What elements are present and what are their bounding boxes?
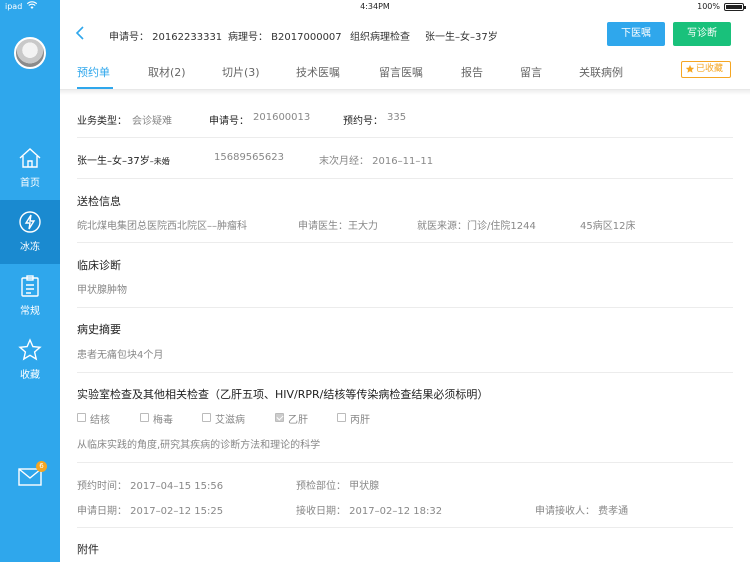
checkbox-label: 乙肝 (288, 415, 308, 426)
clinical-title: 临床诊断 (77, 259, 121, 272)
sidebar-item-frozen[interactable]: 冰冻 (0, 200, 60, 264)
lab-title: 实验室检查及其他相关检查（乙肝五项、HIV/RPR/结核等传染病检查结果必须标明… (77, 388, 489, 401)
checkbox-label: 丙肝 (350, 415, 370, 426)
exam-type: 组织病理检查 (350, 32, 410, 43)
history-title: 病史摘要 (77, 323, 121, 336)
checkbox-syphilis[interactable] (140, 413, 149, 422)
apply-number: 申请号： 20162233331 (109, 32, 223, 43)
divider (77, 462, 733, 463)
apply-date: 申请日期： 2017–02–12 15:25 (77, 506, 224, 517)
tab-tech-orders[interactable]: 技术医嘱 (296, 64, 340, 80)
home-icon (19, 148, 41, 168)
apply-doctor: 申请医生：王大力 (298, 221, 378, 232)
header-bar: 申请号： 20162233331 病理号： B2017000007 组织病理检查… (60, 14, 750, 54)
write-diagnosis-button[interactable]: 写诊断 (673, 22, 731, 46)
checkbox-aids[interactable] (202, 413, 211, 422)
checkbox-label: 结核 (90, 415, 110, 426)
checkbox-label: 梅毒 (153, 415, 173, 426)
send-info-title: 送检信息 (77, 195, 121, 208)
patient-phone: 15689565623 (214, 152, 284, 163)
favorite-badge[interactable]: 已收藏 (681, 61, 731, 78)
sidebar-item-home[interactable]: 首页 (0, 136, 60, 200)
download-order-button[interactable]: 下医嘱 (607, 22, 665, 46)
checkbox-hepatitis-b[interactable] (275, 413, 284, 422)
apply-label: 申请号： (209, 116, 249, 127)
patient-name-text: 张一生–女–37岁 (77, 156, 150, 167)
biz-type-value: 会诊疑难 (132, 116, 172, 127)
receive-date: 接收日期： 2017–02–12 18:32 (296, 506, 443, 517)
exam-site: 预检部位： 甲状腺 (296, 481, 380, 492)
receiver: 申请接收人： 费孝通 (535, 506, 629, 517)
history-value: 患者无痛包块4个月 (77, 350, 164, 361)
tab-report[interactable]: 报告 (461, 64, 483, 80)
clinical-value: 甲状腺肿物 (77, 285, 127, 296)
star-icon (18, 338, 42, 361)
lab-note: 从临床实践的角度,研究其疾病的诊断方法和理论的科学 (77, 440, 321, 451)
booking-detail: 业务类型： 会诊疑难 申请号： 201600013 预约号： 335 张一生–女… (60, 95, 750, 562)
mail-badge: 6 (36, 461, 47, 472)
tab-booking[interactable]: 预约单 (77, 64, 110, 80)
attachment-title: 附件 (77, 543, 99, 556)
pathology-number: 病理号： B2017000007 (228, 32, 342, 43)
favorite-label: 已收藏 (696, 64, 724, 74)
divider (77, 372, 733, 373)
battery-percent: 100% (697, 2, 720, 11)
sidebar-item-favorites[interactable]: 收藏 (0, 328, 60, 392)
tab-bar: 预约单 取材(2) 切片(3) 技术医嘱 留言医嘱 报告 留言 关联病例 已收藏 (60, 54, 750, 90)
divider (77, 242, 733, 243)
divider (77, 178, 733, 179)
apply-value: 201600013 (253, 112, 311, 123)
sidebar-item-label: 常规 (20, 306, 40, 317)
avatar[interactable] (14, 37, 46, 69)
star-icon (685, 64, 695, 73)
clock: 4:34PM (360, 2, 390, 11)
checkbox-tb[interactable] (77, 413, 86, 422)
tab-slides[interactable]: 切片(3) (222, 64, 260, 80)
booking-value: 335 (387, 112, 407, 123)
lightning-icon (19, 211, 41, 233)
last-menstruation: 末次月经： 2016–11–11 (319, 156, 434, 167)
marital-status: –未婚 (149, 157, 170, 166)
active-tab-indicator (77, 87, 113, 89)
tab-related-cases[interactable]: 关联病例 (579, 64, 623, 80)
checkbox-label: 艾滋病 (215, 415, 245, 426)
sidebar-item-routine[interactable]: 常规 (0, 264, 60, 328)
biz-type-label: 业务类型： (77, 116, 127, 127)
divider (77, 137, 733, 138)
sidebar-item-label: 收藏 (20, 370, 40, 381)
sidebar-item-label: 首页 (20, 178, 40, 189)
divider (77, 527, 733, 528)
sidebar: 首页 冰冻 常规 收藏 6 (0, 0, 60, 562)
patient-source: 就医来源：门诊/住院1244 (417, 221, 536, 232)
tab-sampling[interactable]: 取材(2) (148, 64, 186, 80)
battery-icon (724, 3, 746, 11)
tab-message-orders[interactable]: 留言医嘱 (379, 64, 423, 80)
back-icon[interactable] (75, 26, 85, 40)
sidebar-item-label: 冰冻 (20, 242, 40, 253)
booking-label: 预约号： (343, 116, 383, 127)
patient-name: 张一生–女–37岁–未婚 (77, 152, 170, 167)
booking-time: 预约时间： 2017–04–15 15:56 (77, 481, 224, 492)
hospital: 皖北煤电集团总医院西北院区––肿瘤科 (77, 221, 247, 232)
ward-bed: 45病区12床 (580, 221, 636, 232)
clipboard-icon (21, 275, 39, 297)
divider (77, 307, 733, 308)
tab-messages[interactable]: 留言 (520, 64, 542, 80)
checkbox-hepatitis-c[interactable] (337, 413, 346, 422)
status-bar: ipad 4:34PM 100% (0, 0, 750, 14)
patient-summary: 张一生–女–37岁 (425, 32, 498, 43)
